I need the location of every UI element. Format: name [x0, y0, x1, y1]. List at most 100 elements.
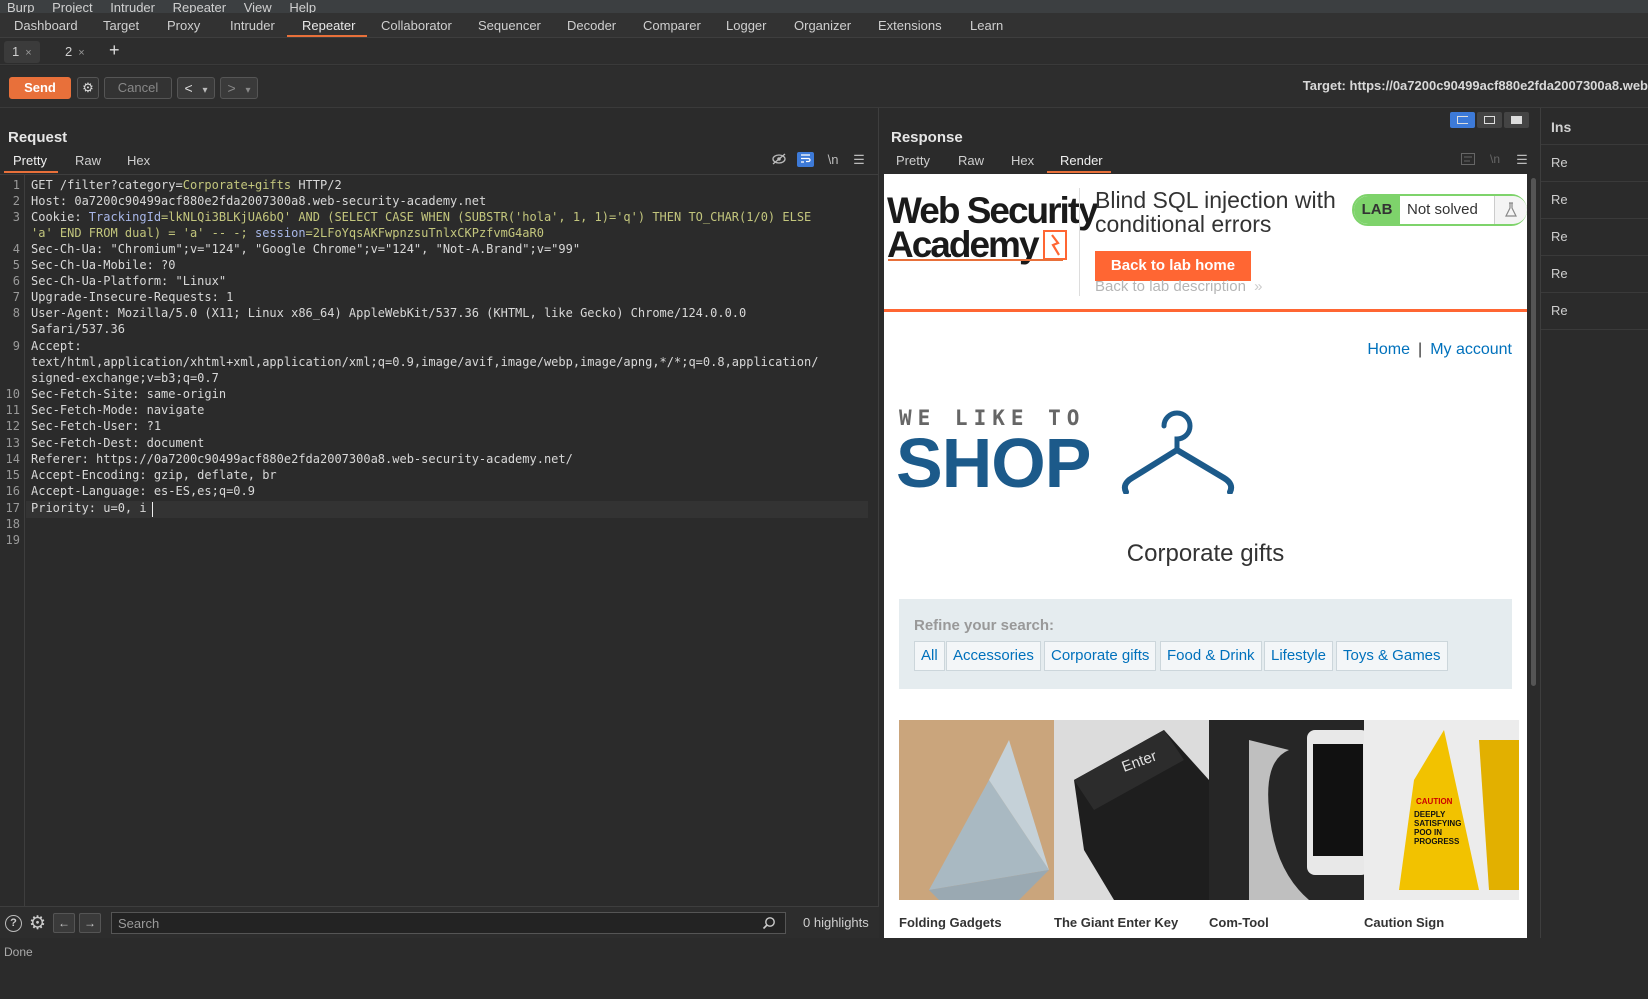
add-tab-button[interactable]: +	[109, 40, 120, 61]
shop-word: SHOP	[896, 424, 1091, 502]
menu-bar: Burp Project Intruder Repeater View Help	[0, 0, 1648, 13]
response-tab-raw[interactable]: Raw	[958, 150, 984, 172]
request-title: Request	[8, 129, 68, 146]
chevron-down-icon[interactable]: ▾	[246, 85, 251, 96]
search-icon[interactable]	[762, 916, 776, 930]
status-text: Done	[4, 945, 33, 959]
inspector-divider	[1541, 218, 1648, 219]
close-icon[interactable]: ×	[78, 47, 84, 59]
lab-badge: LAB	[1354, 196, 1400, 224]
search-input[interactable]	[111, 912, 786, 934]
history-back-button[interactable]: < ▾	[177, 77, 215, 99]
send-button[interactable]: Send	[9, 77, 71, 99]
inspector-row[interactable]: Re	[1551, 266, 1568, 281]
line-gutter: 1 2 3 4 5 6 7 8 9 10 11 12 13 14 15 16 1…	[0, 175, 25, 907]
close-icon[interactable]: ×	[25, 47, 31, 59]
tab-target[interactable]: Target	[103, 13, 139, 38]
main-tab-bar: Dashboard Target Proxy Intruder Repeater…	[0, 13, 1648, 38]
wsa-logo[interactable]: Web Security Academy	[887, 192, 1099, 263]
repeater-tab-1[interactable]: 1 ×	[4, 41, 40, 63]
code-line: Safari/537.36	[31, 322, 125, 336]
tab-collaborator[interactable]: Collaborator	[381, 13, 452, 38]
menu-view[interactable]: View	[237, 1, 279, 13]
tab-sequencer[interactable]: Sequencer	[478, 13, 541, 38]
line-number: 10	[5, 387, 20, 401]
product-image-com-tool[interactable]	[1209, 720, 1364, 900]
nav-my-account-link[interactable]: My account	[1430, 341, 1512, 358]
menu-help[interactable]: Help	[282, 1, 323, 13]
refine-search-panel: Refine your search: All Accessories Corp…	[899, 599, 1512, 689]
layout-side-by-side-icon[interactable]	[1450, 112, 1475, 128]
product-image-caution-sign[interactable]: CAUTION DEEPLY SATISFYING POO IN PROGRESS	[1364, 720, 1519, 900]
hide-icon[interactable]	[771, 153, 787, 168]
inspector-row[interactable]: Re	[1551, 192, 1568, 207]
repeater-tab-label: 1	[12, 44, 20, 59]
render-scrollbar[interactable]	[1530, 174, 1538, 938]
response-tab-render[interactable]: Render	[1060, 150, 1103, 172]
inspector-title[interactable]: Ins	[1551, 119, 1571, 135]
repeater-tab-label: 2	[65, 44, 73, 59]
help-icon[interactable]: ?	[5, 915, 22, 932]
scrollbar-thumb[interactable]	[1531, 178, 1536, 686]
tab-extensions[interactable]: Extensions	[878, 13, 942, 38]
gear-icon[interactable]: ⚙	[77, 77, 99, 99]
filter-lifestyle[interactable]: Lifestyle	[1264, 641, 1334, 671]
menu-burp[interactable]: Burp	[0, 1, 41, 13]
filter-toys-games[interactable]: Toys & Games	[1336, 641, 1448, 671]
tab-learn[interactable]: Learn	[970, 13, 1003, 38]
layout-single-icon[interactable]	[1504, 112, 1529, 128]
menu-icon[interactable]: ☰	[1515, 152, 1529, 168]
inspector-row[interactable]: Re	[1551, 229, 1568, 244]
code-line: Priority: u=0, i	[31, 501, 147, 515]
line-number: 11	[5, 403, 20, 417]
request-editor[interactable]: 1 2 3 4 5 6 7 8 9 10 11 12 13 14 15 16 1…	[0, 174, 879, 907]
back-to-lab-description-link[interactable]: Back to lab description »	[1095, 278, 1262, 295]
repeater-tab-2[interactable]: 2 ×	[57, 41, 93, 63]
nav-home-link[interactable]: Home	[1367, 341, 1410, 358]
request-tab-raw[interactable]: Raw	[75, 150, 101, 172]
highlights-count: 0 highlights	[803, 915, 869, 930]
search-bar: ? ⚙ ← → 0 highlights	[0, 906, 879, 938]
tab-organizer[interactable]: Organizer	[794, 13, 851, 38]
menu-icon[interactable]: ☰	[852, 152, 866, 168]
repeater-tab-bar: 1 × 2 × +	[0, 38, 1648, 65]
filter-food-drink[interactable]: Food & Drink	[1160, 641, 1262, 671]
menu-repeater[interactable]: Repeater	[166, 1, 233, 13]
arrow-right-icon[interactable]: →	[79, 913, 101, 933]
tab-intruder[interactable]: Intruder	[230, 13, 275, 38]
layout-stacked-icon[interactable]	[1477, 112, 1502, 128]
inspector-divider	[1541, 292, 1648, 293]
response-pane: Response Pretty Raw Hex Render \n ☰ Web …	[880, 108, 1540, 938]
menu-intruder[interactable]: Intruder	[103, 1, 162, 13]
request-tab-pretty[interactable]: Pretty	[13, 150, 47, 172]
tab-comparer[interactable]: Comparer	[643, 13, 701, 38]
tab-logger[interactable]: Logger	[726, 13, 766, 38]
line-number: 13	[5, 436, 20, 450]
inspector-row[interactable]: Re	[1551, 303, 1568, 318]
tab-proxy[interactable]: Proxy	[167, 13, 200, 38]
product-image-folding-gadgets[interactable]	[899, 720, 1054, 900]
menu-project[interactable]: Project	[45, 1, 99, 13]
settings-gear-icon[interactable]: ⚙	[29, 912, 46, 935]
cancel-button[interactable]: Cancel	[104, 77, 172, 99]
wrap-icon[interactable]	[797, 152, 814, 167]
back-to-lab-home-button[interactable]: Back to lab home	[1095, 251, 1251, 281]
tab-decoder[interactable]: Decoder	[567, 13, 616, 38]
filter-accessories[interactable]: Accessories	[946, 641, 1041, 671]
filter-all[interactable]: All	[914, 641, 945, 671]
response-tab-hex[interactable]: Hex	[1011, 150, 1034, 172]
product-image-giant-enter-key[interactable]: Enter	[1054, 720, 1209, 900]
newline-icon[interactable]: \n	[826, 152, 840, 167]
chevron-down-icon[interactable]: ▾	[203, 85, 208, 96]
code-line: text/html,application/xhtml+xml,applicat…	[31, 355, 819, 369]
request-tab-hex[interactable]: Hex	[127, 150, 150, 172]
filter-corporate-gifts[interactable]: Corporate gifts	[1044, 641, 1157, 671]
history-forward-button[interactable]: > ▾	[220, 77, 258, 99]
arrow-left-icon[interactable]: ←	[53, 913, 75, 933]
response-tab-pretty[interactable]: Pretty	[896, 150, 930, 172]
target-label[interactable]: Target: https://0a7200c90499acf880e2fda2…	[1303, 78, 1648, 93]
tab-dashboard[interactable]: Dashboard	[14, 13, 78, 38]
inspector-row[interactable]: Re	[1551, 155, 1568, 170]
caution-sub-label: DEEPLY SATISFYING POO IN PROGRESS	[1414, 810, 1462, 846]
code-line: 'a' END FROM dual) = 'a' -- -; session=2…	[31, 226, 544, 240]
